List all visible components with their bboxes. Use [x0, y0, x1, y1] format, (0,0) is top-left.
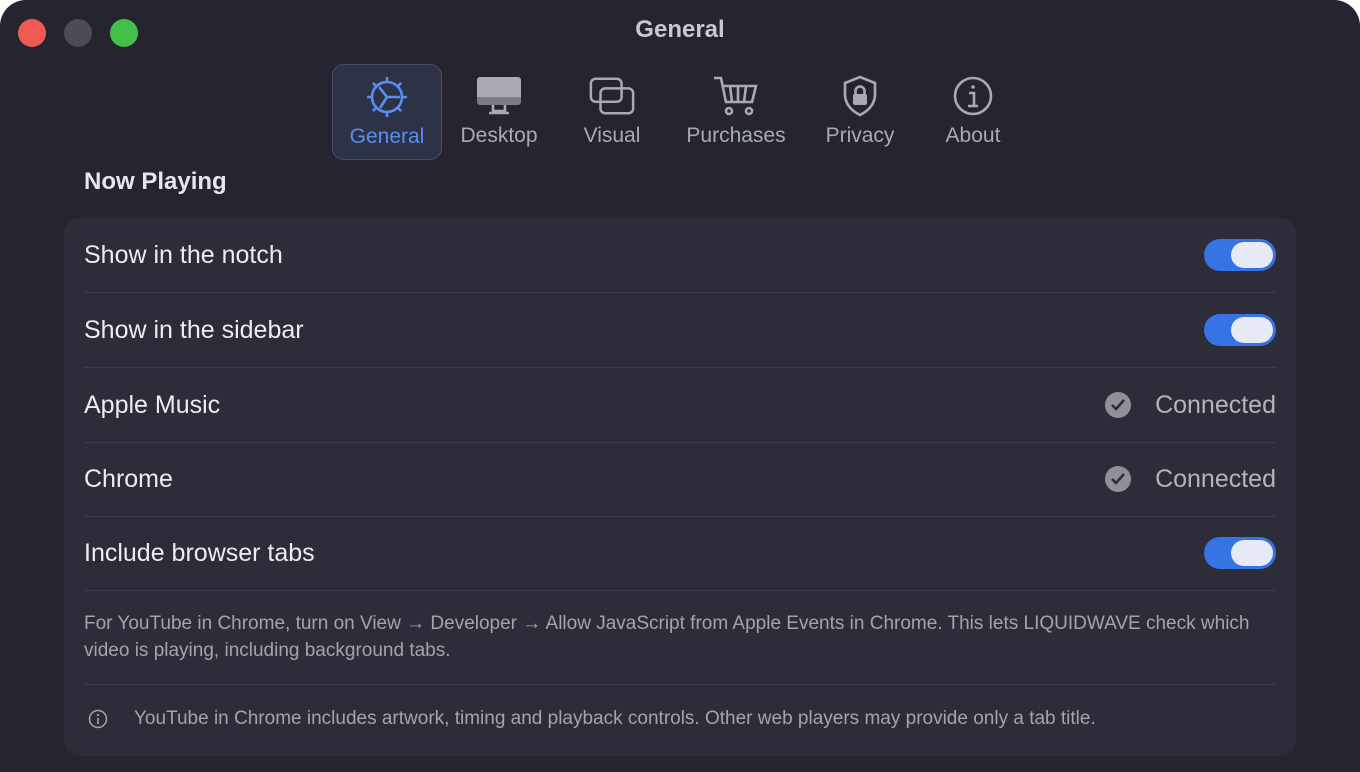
setting-row-show-in-notch: Show in the notch [84, 218, 1276, 293]
info-icon [949, 74, 997, 118]
window-title: General [635, 16, 725, 43]
tab-label: General [349, 125, 425, 148]
tab-about[interactable]: About [916, 64, 1030, 160]
tab-label: Privacy [825, 124, 895, 147]
setting-label: Include browser tabs [84, 538, 315, 567]
tab-desktop[interactable]: Desktop [442, 64, 556, 160]
gear-icon [363, 75, 411, 119]
info-footnote: YouTube in Chrome includes artwork, timi… [88, 708, 1276, 730]
tab-label: Purchases [686, 124, 786, 147]
cart-icon [712, 74, 760, 118]
lock-shield-icon [836, 74, 884, 118]
include-browser-tabs-toggle[interactable] [1204, 537, 1276, 569]
status-text: Connected [1155, 464, 1276, 493]
setting-label: Apple Music [84, 390, 221, 419]
now-playing-panel: Show in the notch Show in the sidebar Ap… [64, 218, 1296, 756]
divider [84, 684, 1276, 685]
tab-purchases[interactable]: Purchases [668, 64, 804, 160]
windows-icon [588, 74, 636, 118]
tab-label: Desktop [460, 124, 538, 147]
section-title: Now Playing [84, 168, 227, 195]
setting-row-apple-music: Apple Music Connected [84, 368, 1276, 443]
tab-general[interactable]: General [332, 64, 442, 160]
monitor-icon [475, 74, 523, 118]
show-in-sidebar-toggle[interactable] [1204, 314, 1276, 346]
connection-status: Connected [1105, 465, 1276, 494]
checkmark-icon [1105, 392, 1132, 418]
tab-visual[interactable]: Visual [556, 64, 668, 160]
info-text: YouTube in Chrome includes artwork, timi… [134, 708, 1096, 729]
setting-label: Chrome [84, 464, 173, 493]
setting-row-show-in-sidebar: Show in the sidebar [84, 293, 1276, 368]
connection-status: Connected [1105, 391, 1276, 420]
tab-label: About [945, 124, 1001, 147]
info-circle-icon [88, 709, 108, 729]
setting-label: Show in the sidebar [84, 315, 304, 344]
setting-row-include-browser-tabs: Include browser tabs [84, 516, 1276, 591]
preferences-window: General General Desktop Visual Purchases… [0, 0, 1360, 772]
tab-privacy[interactable]: Privacy [804, 64, 916, 160]
setting-row-chrome: Chrome Connected [84, 442, 1276, 517]
status-text: Connected [1155, 390, 1276, 419]
show-in-notch-toggle[interactable] [1204, 239, 1276, 271]
checkmark-icon [1105, 466, 1132, 492]
tab-label: Visual [583, 124, 641, 147]
preferences-toolbar: General Desktop Visual Purchases Privacy… [332, 64, 1030, 160]
setting-label: Show in the notch [84, 240, 283, 269]
chrome-setup-note: For YouTube in Chrome, turn on View → De… [84, 613, 1250, 661]
